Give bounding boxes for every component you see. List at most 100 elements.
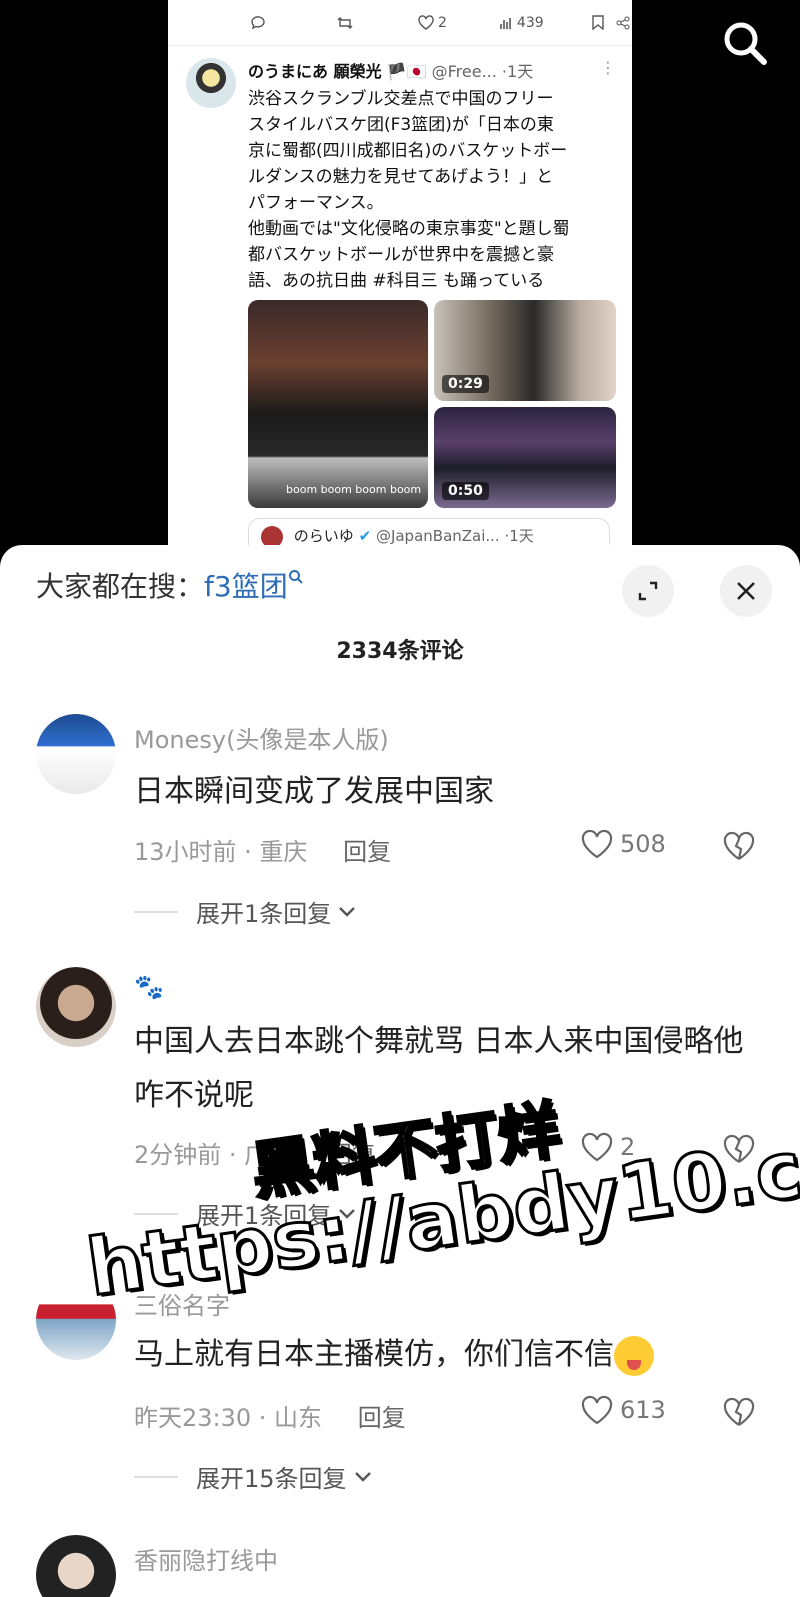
tweet: のうまにあ 願榮光 🏴🇯🇵 @Free... ·1天 ⋮ 渋谷スクランブル交差点…: [168, 46, 632, 294]
comment-text[interactable]: 日本瞬间变成了发展中国家: [134, 765, 764, 819]
views-icon: [500, 17, 511, 29]
divider: [134, 1213, 178, 1215]
quote-author-handle: @JapanBanZai...: [375, 527, 500, 545]
bookmark-action: [591, 15, 604, 30]
heart-icon: [581, 829, 613, 859]
comment-time-location: 昨天23:30 · 山东: [134, 1404, 323, 1432]
comment-meta: 2分钟前 · 广东 回复: [134, 1135, 376, 1170]
comment-meta: 13小时前 · 重庆 回复: [134, 832, 391, 867]
like-count: 2: [438, 14, 447, 31]
chevron-down-icon: [354, 1471, 371, 1482]
search-icon: [288, 570, 303, 584]
like-action: 2: [418, 15, 447, 31]
trending-search[interactable]: 大家都在搜：f3篮团: [36, 565, 304, 605]
tweet-line: スタイルバスケ团(F3篮团)が「日本の東: [248, 115, 554, 135]
tweet-line: 語、あの抗日曲 #科目三 も踊っている: [248, 271, 545, 291]
avatar[interactable]: [36, 714, 116, 794]
tongue-emoji-icon: [614, 1335, 654, 1376]
sheet-header: 大家都在搜：f3篮团: [0, 545, 800, 621]
avatar[interactable]: [36, 967, 116, 1047]
media-caption: boom boom boom boom: [286, 483, 422, 496]
tweet-time: ·1天: [501, 62, 534, 81]
avatar[interactable]: [36, 1535, 116, 1597]
search-icon[interactable]: [720, 18, 770, 68]
reply-button[interactable]: 回复: [343, 838, 391, 866]
reply-button[interactable]: 回复: [358, 1404, 406, 1432]
media-thumbnail: 0:29: [434, 300, 616, 401]
comment-text[interactable]: 中国人去日本跳个舞就骂 日本人来中国侵略他咋不说呢: [134, 1015, 764, 1123]
verified-icon: ✔: [358, 527, 372, 545]
views-action: 439: [499, 15, 544, 31]
comment-time-location: 2分钟前 · 广东: [134, 1141, 293, 1169]
tweet-line: パフォーマンス。: [248, 193, 384, 213]
like-count: 508: [620, 830, 666, 858]
expand-button[interactable]: [622, 565, 674, 617]
tweet-line: ルダンスの魅力を見せてあげよう！」と: [248, 167, 554, 187]
tweet-text: 渋谷スクランブル交差点で中国のフリー スタイルバスケ团(F3篮团)が「日本の東 …: [248, 86, 616, 294]
expand-replies-button[interactable]: 展开15条回复: [196, 1459, 373, 1494]
media-thumbnail: 0:50: [434, 407, 616, 508]
flag-icon: 🏴🇯🇵: [386, 62, 427, 81]
tweet-line: 都バスケットボールが世界中を震撼と豪: [248, 245, 554, 265]
retweet-action: [336, 15, 354, 31]
heart-icon: [581, 1132, 613, 1162]
share-action: [616, 16, 630, 30]
broken-heart-icon[interactable]: [722, 1133, 756, 1165]
tweet-author-name: のうまにあ 願榮光: [248, 62, 382, 81]
chevron-down-icon: [339, 1208, 356, 1219]
reply-action: [250, 15, 266, 31]
share-icon: [616, 16, 630, 29]
expand-replies-label: 展开1条回复: [196, 900, 332, 928]
media-thumbnail: boom boom boom boom: [248, 300, 428, 508]
retweet-icon: [337, 16, 353, 29]
expand-icon: [638, 581, 658, 601]
expand-replies-label: 展开1条回复: [196, 1202, 332, 1230]
like-button[interactable]: 508: [580, 828, 666, 860]
comment-text[interactable]: 马上就有日本主播模仿，你们信不信: [134, 1328, 764, 1382]
comment-meta: 昨天23:30 · 山东 回复: [134, 1398, 406, 1433]
trending-prefix: 大家都在搜：: [36, 570, 205, 603]
tweet-author-avatar: [186, 58, 236, 108]
comment-text-body: 马上就有日本主播模仿，你们信不信: [134, 1337, 614, 1372]
video-area[interactable]: 2 439 のうまにあ 願榮光 🏴🇯🇵 @Free... ·1天 ⋮ 渋谷スクラ…: [0, 0, 800, 560]
like-count: 2: [620, 1133, 636, 1161]
broken-heart-icon[interactable]: [722, 830, 756, 862]
video-duration: 0:29: [442, 375, 489, 393]
tweet-action-bar: 2 439: [168, 0, 632, 46]
view-count: 439: [516, 14, 544, 31]
divider: [134, 1476, 178, 1478]
close-button[interactable]: [720, 565, 772, 617]
expand-replies-button[interactable]: 展开1条回复: [196, 1196, 357, 1231]
quote-author-name: のらいゆ: [293, 527, 354, 545]
comment-time-location: 13小时前 · 重庆: [134, 838, 308, 866]
tweet-line: 他動画では"文化侵略の東京事変"と題し蜀: [248, 219, 570, 239]
broken-heart-icon[interactable]: [722, 1396, 756, 1428]
tweet-line: 京に蜀都(四川成都旧名)のバスケットボー: [248, 141, 568, 161]
reply-button[interactable]: 回复: [328, 1141, 376, 1169]
heart-icon: [418, 15, 434, 30]
tweet-line: 渋谷スクランブル交差点で中国のフリー: [248, 89, 554, 109]
tweet-media-grid: boom boom boom boom 0:29 0:50: [248, 300, 616, 508]
comment-author[interactable]: 香丽隐打线中: [134, 1541, 278, 1576]
more-icon: ⋮: [600, 58, 616, 77]
comment-author[interactable]: Monesy(头像是本人版): [134, 720, 389, 755]
avatar[interactable]: [36, 1280, 116, 1360]
expand-replies-label: 展开15条回复: [196, 1465, 347, 1493]
tweet-screenshot: 2 439 のうまにあ 願榮光 🏴🇯🇵 @Free... ·1天 ⋮ 渋谷スクラ…: [168, 0, 632, 560]
comment-count: 2334条评论: [336, 639, 464, 664]
comment-author[interactable]: 三俗名字: [134, 1286, 230, 1321]
reply-icon: [251, 15, 265, 29]
like-button[interactable]: 613: [580, 1394, 666, 1426]
video-duration: 0:50: [442, 482, 489, 500]
quote-time: ·1天: [504, 527, 534, 545]
heart-icon: [581, 1395, 613, 1425]
like-count: 613: [620, 1396, 666, 1424]
trending-keyword[interactable]: f3篮团: [204, 570, 288, 603]
close-icon: [737, 582, 755, 600]
tweet-author-handle: @Free...: [431, 62, 497, 81]
comment-author[interactable]: 🐾: [134, 973, 164, 1001]
tweet-header: のうまにあ 願榮光 🏴🇯🇵 @Free... ·1天 ⋮: [248, 58, 616, 82]
like-button[interactable]: 2: [580, 1131, 635, 1163]
expand-replies-button[interactable]: 展开1条回复: [196, 894, 357, 929]
divider: [134, 911, 178, 913]
